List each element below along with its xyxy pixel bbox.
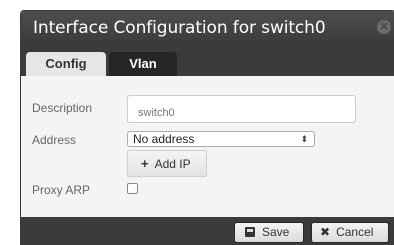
dialog-title: Interface Configuration for switch0	[33, 18, 326, 38]
floppy-disk-icon	[245, 227, 255, 237]
dialog-titlebar: Interface Configuration for switch0 ✕	[21, 11, 394, 44]
cancel-button[interactable]: ✖ Cancel	[311, 222, 389, 243]
description-label: Description	[32, 101, 93, 115]
select-arrows-icon: ⬍	[300, 134, 308, 144]
proxy-arp-label: Proxy ARP	[32, 183, 91, 197]
plus-icon: +	[141, 156, 149, 171]
tab-config[interactable]: Config	[26, 52, 106, 76]
add-ip-button[interactable]: + Add IP	[127, 150, 207, 177]
address-select-value: No address	[133, 132, 195, 146]
interface-config-dialog: Interface Configuration for switch0 ✕ Co…	[20, 10, 394, 245]
add-ip-label: Add IP	[154, 157, 191, 171]
address-label: Address	[32, 133, 77, 147]
save-button[interactable]: Save	[234, 222, 304, 243]
config-panel: Description Address No address ⬍ + Add IP…	[21, 76, 394, 217]
close-icon[interactable]: ✕	[377, 20, 391, 34]
tab-bar: Config Vlan	[21, 44, 394, 76]
dialog-footer: Save ✖ Cancel	[21, 217, 394, 244]
proxy-arp-checkbox[interactable]	[127, 183, 138, 194]
description-input[interactable]	[127, 95, 356, 123]
tab-vlan[interactable]: Vlan	[109, 52, 177, 76]
cancel-label: Cancel	[336, 225, 374, 239]
x-icon: ✖	[320, 225, 331, 239]
save-label: Save	[262, 225, 290, 239]
address-select[interactable]: No address ⬍	[127, 131, 315, 147]
